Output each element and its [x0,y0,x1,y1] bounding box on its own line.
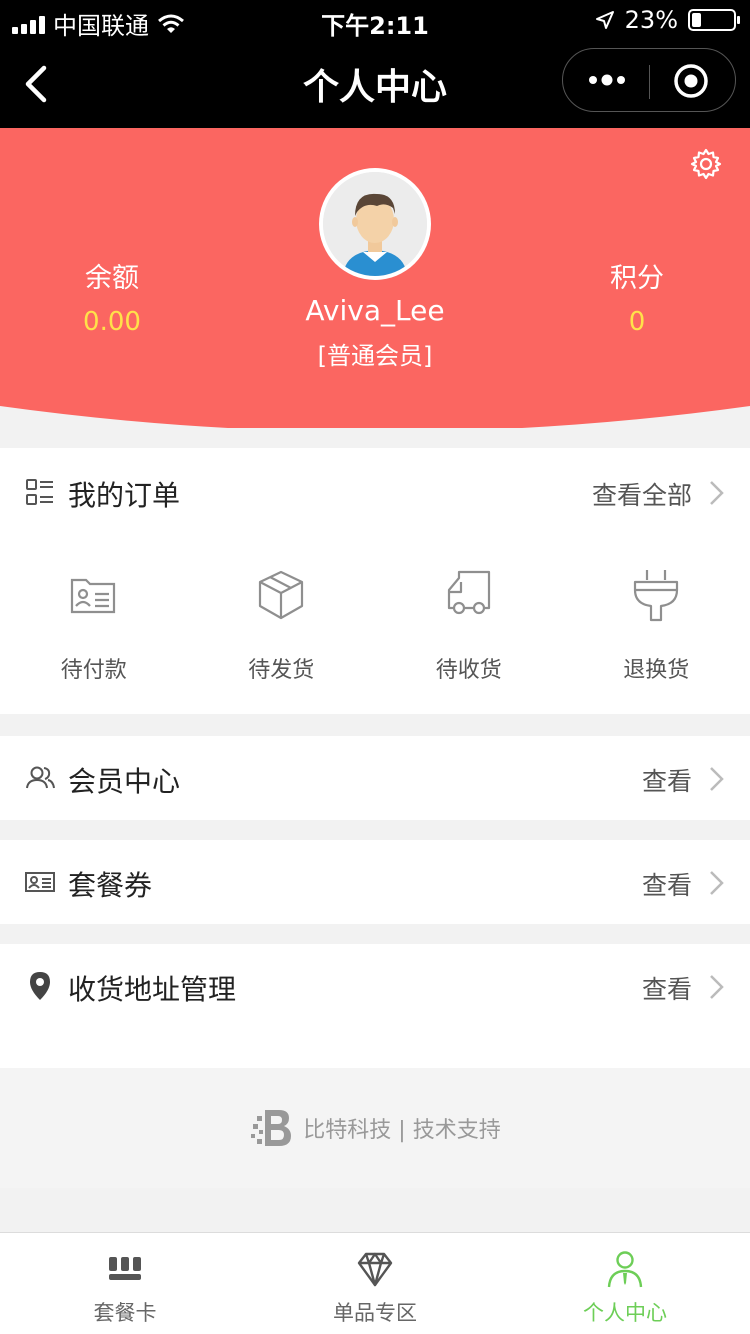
orders-title: 我的订单 [68,479,181,512]
order-pending-payment[interactable]: 待付款 [0,550,188,700]
card-icon [70,578,116,614]
order-pending-shipment[interactable]: 待发货 [188,550,376,700]
chevron-right-icon [710,975,724,999]
chevron-right-icon [710,481,724,505]
points-label: 积分 [610,263,664,294]
menu-row-coupons[interactable]: 套餐券 查看 [0,840,750,924]
menu-row-link[interactable]: 查看 [642,866,692,902]
view-all-orders-link[interactable]: 查看全部 [592,476,692,512]
avatar-person-icon [323,172,427,276]
list-icon [26,479,53,505]
close-target-icon[interactable] [673,63,709,99]
order-item-label: 退换货 [623,658,690,683]
order-item-label: 待收货 [435,658,502,683]
location-pin-icon [30,972,50,1000]
order-item-label: 待发货 [248,658,315,683]
order-item-label: 待付款 [60,658,127,683]
truck-icon [447,570,491,615]
orders-header-row[interactable]: 我的订单 查看全部 [0,450,750,534]
box-icon [258,570,303,620]
person-icon [607,1251,643,1288]
menu-row-title: 收货地址管理 [68,973,237,1006]
order-return-exchange[interactable]: 退换货 [563,550,750,700]
status-right: 23% [595,6,740,34]
menu-row-link[interactable]: 查看 [642,970,692,1006]
profile-header: 余额 0.00 积分 0 Aviva_Lee [普通会员] [0,128,750,428]
package-card-icon [109,1257,141,1280]
tab-package-card[interactable]: 套餐卡 [0,1233,250,1334]
balance-label: 余额 [85,263,139,294]
support-footer: 比特科技 | 技术支持 [0,1068,750,1188]
battery-percent: 23% [624,6,678,34]
gear-icon[interactable] [690,148,722,180]
status-bar: 中国联通 下午2:11 23% [0,0,750,40]
avatar[interactable] [319,168,431,280]
more-icon[interactable] [587,69,627,91]
tab-label: 套餐卡 [93,1301,157,1325]
plug-icon [633,570,678,622]
tab-single-items[interactable]: 单品专区 [250,1233,500,1334]
coupon-icon [25,872,55,892]
username: Aviva_Lee [305,294,445,327]
location-arrow-icon [595,11,614,29]
battery-fill [692,13,701,27]
tab-label: 个人中心 [583,1301,667,1325]
support-text: 比特科技 | 技术支持 [303,1118,501,1143]
menu-row-address[interactable]: 收货地址管理 查看 [0,944,750,1068]
screen: 中国联通 下午2:11 23% 个人中心 余额 0.00 积分 0 Aviva_… [0,0,750,1334]
menu-row-title: 套餐券 [68,869,153,902]
tab-personal-center[interactable]: 个人中心 [500,1233,750,1334]
order-status-grid: 待付款 待发货 待收货 退换货 [0,550,750,700]
mini-program-capsule [562,48,736,112]
menu-row-title: 会员中心 [68,765,181,798]
members-icon [26,766,55,789]
tab-label: 单品专区 [333,1301,417,1325]
capsule-divider [649,65,650,99]
member-level: [普通会员] [317,342,433,370]
chevron-right-icon [710,767,724,791]
brand-logo-icon [251,1110,292,1146]
chevron-right-icon [710,871,724,895]
orders-card: 我的订单 查看全部 待付款 待发货 待收货 退换货 [0,448,750,714]
order-pending-receipt[interactable]: 待收货 [375,550,563,700]
nav-bar: 个人中心 [0,40,750,128]
menu-row-link[interactable]: 查看 [642,762,692,798]
tab-bar: 套餐卡 单品专区 个人中心 [0,1232,750,1334]
diamond-icon [357,1252,393,1287]
battery-icon [688,9,740,31]
menu-row-members[interactable]: 会员中心 查看 [0,736,750,820]
